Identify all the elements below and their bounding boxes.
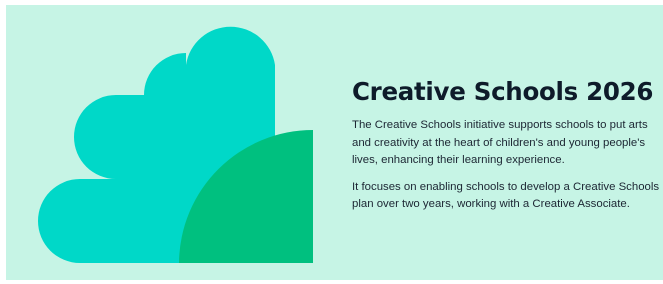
creative-schools-illustration [38, 26, 313, 263]
banner-text: Creative Schools 2026 The Creative Schoo… [352, 77, 663, 223]
banner-description-secondary: It focuses on enabling schools to develo… [352, 180, 660, 211]
banner-title: Creative Schools 2026 [352, 77, 654, 106]
creative-schools-banner: Creative Schools 2026 The Creative Schoo… [6, 5, 663, 280]
banner-description: The Creative Schools initiative supports… [352, 119, 648, 166]
